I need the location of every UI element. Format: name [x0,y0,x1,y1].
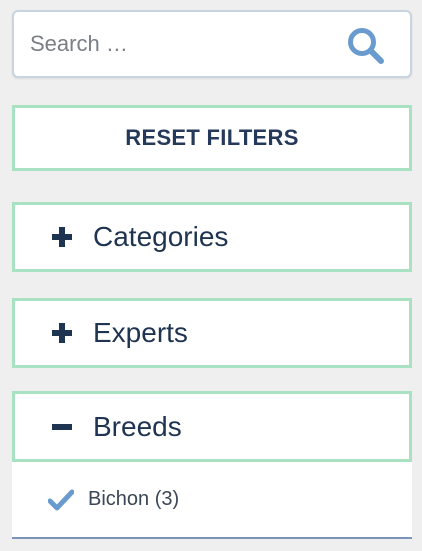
breed-option-bichon[interactable]: Bichon (3) [48,488,179,511]
plus-icon [52,323,72,343]
breed-option-label: Bichon (3) [88,488,180,510]
plus-icon [52,227,72,247]
minus-icon [52,423,72,430]
breeds-options-list: Bichon (3) [12,462,412,539]
categories-filter-toggle[interactable]: Categories [12,202,412,272]
breeds-label: Breeds [93,410,182,442]
categories-label: Categories [93,221,229,252]
checkmark-icon [48,489,74,510]
breeds-filter-toggle[interactable]: Breeds [12,391,412,462]
reset-filters-button[interactable]: RESET FILTERS [12,105,412,171]
search-input[interactable] [30,12,330,76]
search-icon[interactable] [346,26,386,66]
experts-filter-toggle[interactable]: Experts [12,298,412,368]
experts-label: Experts [93,317,188,348]
search-box[interactable] [12,10,412,78]
